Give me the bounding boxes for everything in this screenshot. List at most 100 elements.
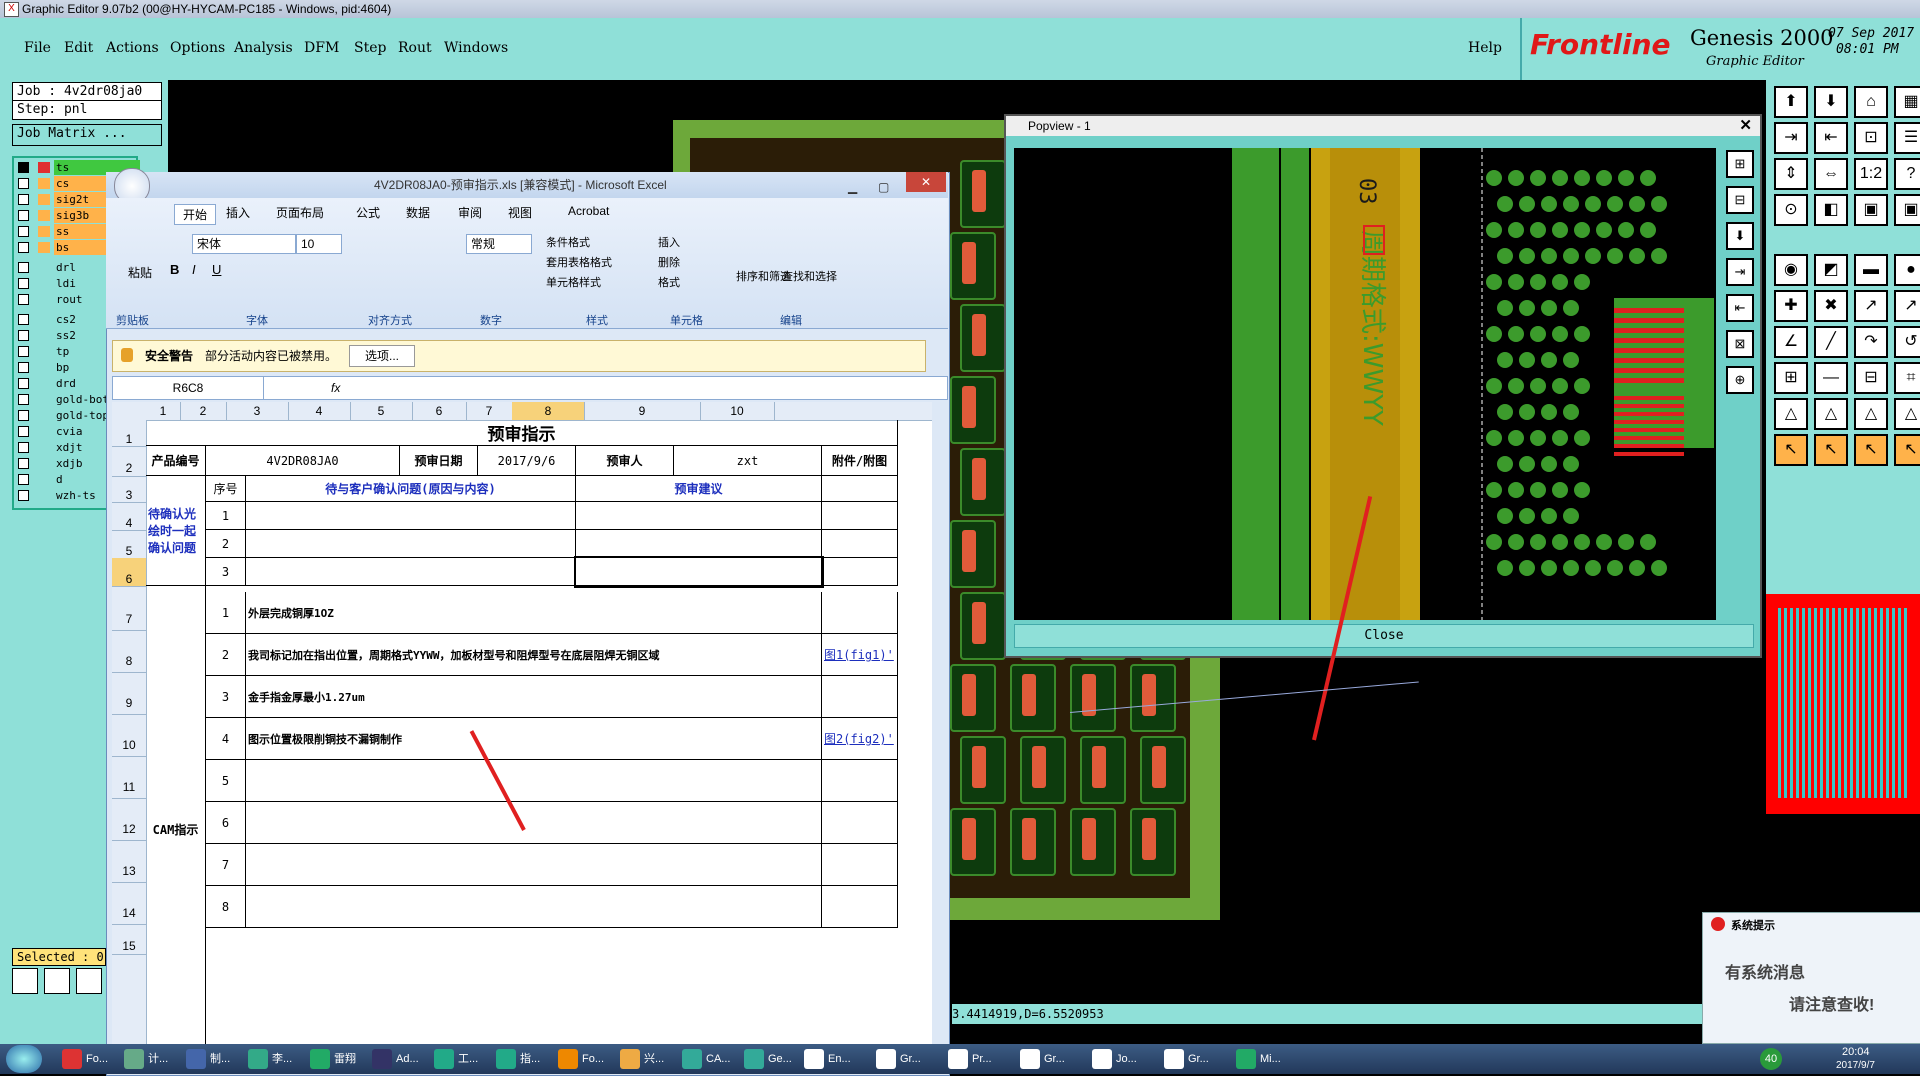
attachment-link[interactable]	[822, 592, 898, 634]
tool-button-27[interactable]: ↷	[1854, 326, 1888, 358]
attachment-link[interactable]	[822, 802, 898, 844]
number-format-select[interactable]: 常规	[466, 234, 532, 254]
tool-button-31[interactable]: ⊟	[1854, 362, 1888, 394]
tool-button-3[interactable]: ⌂	[1854, 86, 1888, 118]
tool-button-32[interactable]: ⌗	[1894, 362, 1920, 394]
seq-cell[interactable]: 2	[206, 530, 246, 558]
row-header[interactable]: 13	[112, 840, 146, 883]
font-name-select[interactable]: 宋体	[192, 234, 296, 254]
menu-options[interactable]: Options	[170, 40, 225, 56]
empty-cell[interactable]	[574, 556, 824, 588]
layer-checkbox[interactable]	[18, 278, 29, 289]
popview-tool-3[interactable]: ⬇	[1726, 222, 1754, 250]
row-header[interactable]: 4	[112, 502, 146, 531]
column-header[interactable]: 9	[584, 402, 701, 420]
tab-data[interactable]: 数据	[406, 204, 430, 221]
menu-actions[interactable]: Actions	[106, 40, 159, 56]
empty-cell[interactable]	[576, 502, 822, 530]
popview-close-button[interactable]: Close	[1014, 624, 1754, 648]
column-header[interactable]: 4	[288, 402, 351, 420]
attachment-link[interactable]	[822, 886, 898, 928]
font-size-select[interactable]: 10	[296, 234, 342, 254]
tab-formulas[interactable]: 公式	[356, 204, 380, 221]
taskbar-item[interactable]: 指...	[494, 1047, 564, 1071]
cam-item[interactable]: 图示位置极限削铜技不漏铜制作	[246, 718, 822, 760]
column-header[interactable]: 1	[146, 402, 181, 420]
layer-checkbox[interactable]	[18, 474, 29, 485]
insert-cells-button[interactable]: 插入	[658, 234, 680, 250]
tool-button-30[interactable]: —	[1814, 362, 1848, 394]
popview-tool-6[interactable]: ⊠	[1726, 330, 1754, 358]
tool-button-1[interactable]: ⬆	[1774, 86, 1808, 118]
popview-tool-7[interactable]: ⊕	[1726, 366, 1754, 394]
product-no-label[interactable]: 产品编号	[146, 446, 206, 476]
italic-button[interactable]: I	[192, 262, 196, 277]
column-header[interactable]: 10	[700, 402, 775, 420]
row-header[interactable]: 5	[112, 530, 146, 559]
system-notice-popup[interactable]: 系统提示 有系统消息 请注意查收!	[1702, 912, 1920, 1044]
empty-cell[interactable]	[822, 530, 898, 558]
empty-cell[interactable]	[822, 502, 898, 530]
taskbar-item[interactable]: Ad...	[370, 1047, 440, 1071]
tab-home[interactable]: 开始	[174, 204, 217, 225]
taskbar-item[interactable]: 制...	[184, 1047, 254, 1071]
row-header[interactable]: 10	[112, 714, 146, 757]
row-header[interactable]: 15	[112, 924, 146, 955]
empty-cell[interactable]	[246, 502, 576, 530]
tool-button-2[interactable]: ⬇	[1814, 86, 1848, 118]
tool-button-38[interactable]: ↖	[1814, 434, 1848, 466]
tool-button-4[interactable]: ▦	[1894, 86, 1920, 118]
layer-checkbox[interactable]	[18, 490, 29, 501]
taskbar-item[interactable]: CA...	[680, 1047, 750, 1071]
bold-button[interactable]: B	[170, 262, 179, 277]
layer-checkbox[interactable]	[18, 242, 29, 253]
job-matrix-button[interactable]: Job Matrix ...	[12, 124, 162, 146]
underline-button[interactable]: U	[212, 262, 221, 277]
taskbar-item[interactable]: 兴...	[618, 1047, 688, 1071]
seq-cell[interactable]: 4	[206, 718, 246, 760]
tool-button-24[interactable]: ↗	[1894, 290, 1920, 322]
taskbar-item[interactable]: Pr...	[946, 1047, 1016, 1071]
row-header[interactable]: 6	[112, 558, 146, 587]
menu-windows[interactable]: Windows	[444, 40, 508, 56]
cell-style-button[interactable]: 单元格样式	[546, 274, 601, 290]
seq-cell[interactable]: 3	[206, 676, 246, 718]
taskbar-item[interactable]: Fo...	[556, 1047, 626, 1071]
reviewer-value[interactable]: zxt	[674, 446, 822, 476]
attachment-link[interactable]	[822, 844, 898, 886]
layer-checkbox[interactable]	[18, 458, 29, 469]
empty-cell[interactable]	[822, 476, 898, 502]
popview-tool-1[interactable]: ⊞	[1726, 150, 1754, 178]
popview-tool-2[interactable]: ⊟	[1726, 186, 1754, 214]
tool-button-5[interactable]: ⇥	[1774, 122, 1808, 154]
table-format-button[interactable]: 套用表格格式	[546, 254, 612, 270]
taskbar-item[interactable]: Jo...	[1090, 1047, 1160, 1071]
tool-button-26[interactable]: ╱	[1814, 326, 1848, 358]
layer-checkbox[interactable]	[18, 162, 29, 173]
taskbar-item[interactable]: Fo...	[60, 1047, 130, 1071]
taskbar-item[interactable]: 工...	[432, 1047, 502, 1071]
tool-button-37[interactable]: ↖	[1774, 434, 1808, 466]
cam-item[interactable]	[246, 886, 822, 928]
tool-button-14[interactable]: ◧	[1814, 194, 1848, 226]
reviewer-label[interactable]: 预审人	[576, 446, 674, 476]
menu-step[interactable]: Step	[354, 40, 386, 56]
tool-button-6[interactable]: ⇤	[1814, 122, 1848, 154]
attachment-link[interactable]: 图1(fig1)'	[822, 634, 898, 676]
paste-button[interactable]: 粘贴	[128, 264, 152, 281]
date-label[interactable]: 预审日期	[400, 446, 478, 476]
taskbar-item[interactable]: Gr...	[1018, 1047, 1088, 1071]
name-box[interactable]: R6C8	[113, 377, 264, 399]
seq-label[interactable]: 序号	[206, 476, 246, 502]
cam-item[interactable]	[246, 802, 822, 844]
popview-tool-4[interactable]: ⇥	[1726, 258, 1754, 286]
layer-checkbox[interactable]	[18, 178, 29, 189]
excel-close-icon[interactable]: ✕	[906, 172, 946, 192]
taskbar-item[interactable]: 李...	[246, 1047, 316, 1071]
seq-cell[interactable]: 3	[206, 558, 246, 586]
attachment-link[interactable]	[822, 760, 898, 802]
row-header[interactable]: 9	[112, 672, 146, 715]
tool-button-23[interactable]: ↗	[1854, 290, 1888, 322]
tool-button-36[interactable]: △	[1894, 398, 1920, 430]
seq-cell[interactable]: 1	[206, 592, 246, 634]
